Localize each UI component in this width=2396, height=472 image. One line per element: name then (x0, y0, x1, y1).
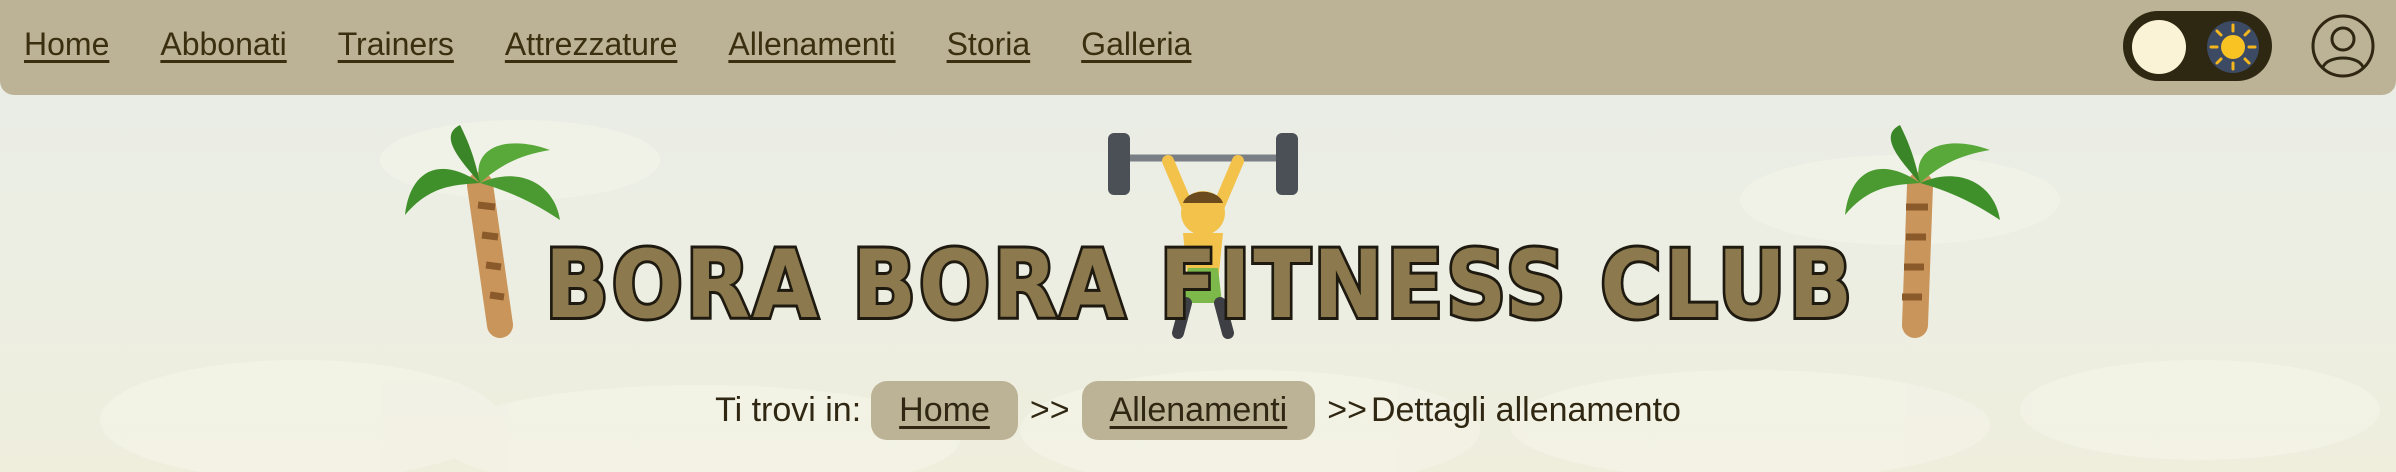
breadcrumb-separator: >> (1327, 390, 1367, 429)
palm-tree-icon (405, 125, 560, 338)
nav-link-allenamenti[interactable]: Allenamenti (728, 26, 895, 63)
breadcrumb-allenamenti-link[interactable]: Allenamenti (1081, 380, 1316, 440)
nav-link-storia[interactable]: Storia (947, 26, 1031, 63)
nav-link-abbonati[interactable]: Abbonati (160, 26, 286, 63)
nav-links: Home Abbonati Trainers Attrezzature Alle… (24, 0, 1242, 88)
theme-toggle[interactable] (2123, 11, 2272, 81)
user-circle-icon[interactable] (2310, 13, 2376, 79)
breadcrumb-separator: >> (1029, 390, 1070, 429)
breadcrumb: Ti trovi in: Home >> Allenamenti >> Dett… (0, 378, 2396, 442)
nav-link-galleria[interactable]: Galleria (1081, 26, 1191, 63)
site-logo: BORA BORA FITNESS CLUB (405, 125, 2000, 340)
palm-tree-icon (1845, 125, 2000, 338)
nav-link-home[interactable]: Home (24, 26, 109, 63)
breadcrumb-prefix: Ti trovi in: (715, 390, 862, 429)
breadcrumb-current: Dettagli allenamento (1370, 390, 1681, 429)
sun-icon (2207, 21, 2259, 73)
breadcrumb-home-link[interactable]: Home (871, 380, 1018, 440)
logo-text: BORA BORA FITNESS CLUB (545, 231, 1855, 340)
toggle-knob (2132, 20, 2186, 74)
top-navbar: Home Abbonati Trainers Attrezzature Alle… (0, 0, 2396, 95)
nav-link-attrezzature[interactable]: Attrezzature (505, 26, 678, 63)
nav-link-trainers[interactable]: Trainers (338, 26, 454, 63)
